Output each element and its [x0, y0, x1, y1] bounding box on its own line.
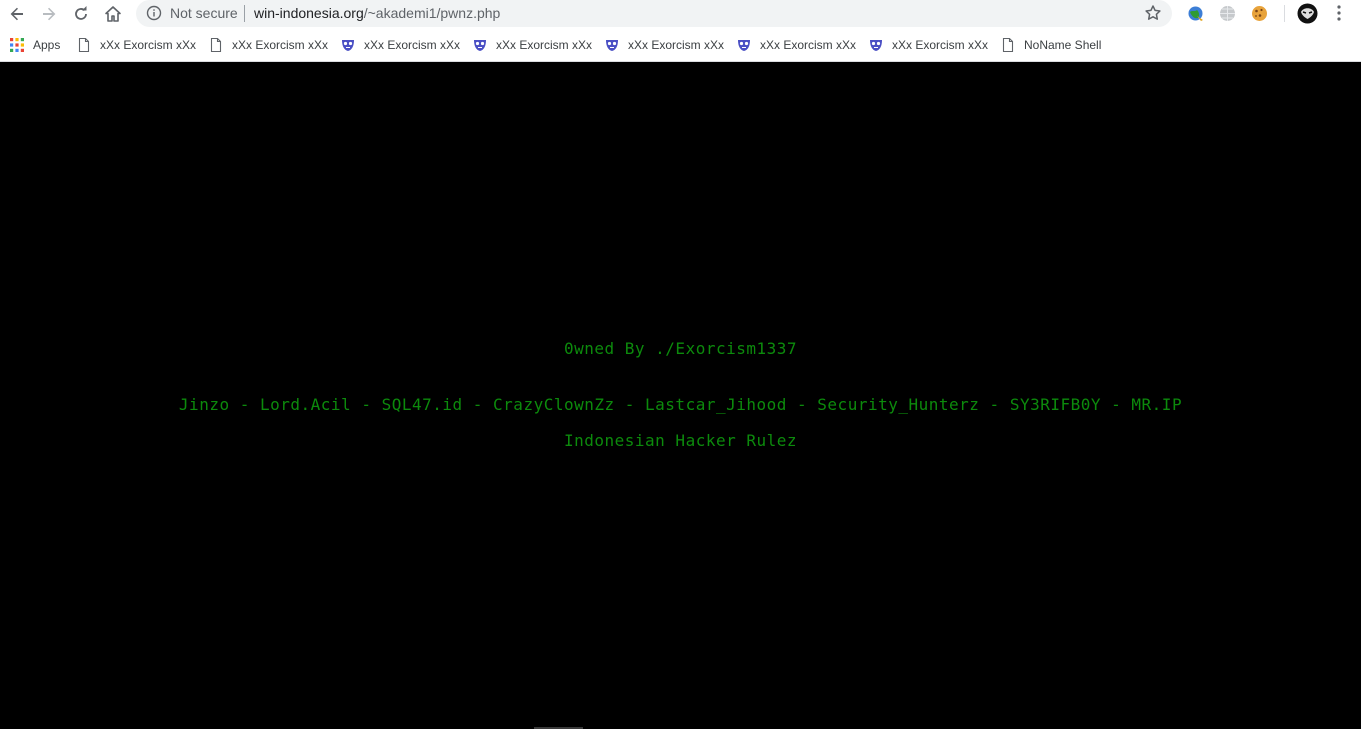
members-text: Jinzo - Lord.Acil - SQL47.id - CrazyClow…: [178, 395, 1183, 414]
bookmark-label: xXx Exorcism xXx: [892, 38, 989, 52]
bookmark-noname-shell[interactable]: NoName Shell: [1000, 35, 1101, 55]
forward-button[interactable]: [37, 2, 61, 26]
more-menu-icon[interactable]: [1332, 4, 1346, 22]
owned-by-text: 0wned By ./Exorcism1337: [563, 339, 798, 358]
url-host: win-indonesia.org: [254, 5, 364, 21]
back-arrow-icon: [10, 7, 23, 21]
bookmark-apps[interactable]: Apps: [9, 35, 60, 55]
mask-icon: [474, 40, 486, 51]
bookmark-label: xXx Exorcism xXx: [496, 38, 593, 52]
page-icon: [78, 37, 90, 53]
profile-avatar-icon[interactable]: [1297, 3, 1318, 24]
page-content: 0wned By ./Exorcism1337 Jinzo - Lord.Aci…: [0, 63, 1361, 729]
bookmark-exorcism-5[interactable]: xXx Exorcism xXx: [604, 35, 724, 55]
home-icon: [105, 6, 121, 22]
home-button[interactable]: [101, 2, 125, 26]
extension-cookie-icon[interactable]: [1250, 4, 1269, 23]
forward-arrow-icon: [43, 7, 56, 21]
extension-globe-icon[interactable]: [1186, 4, 1205, 23]
address-bar[interactable]: Not secure win-indonesia.org/~akademi1/p…: [136, 0, 1172, 27]
bookmark-label: NoName Shell: [1024, 38, 1102, 52]
bookmark-exorcism-6[interactable]: xXx Exorcism xXx: [736, 35, 856, 55]
bookmark-label: xXx Exorcism xXx: [100, 38, 197, 52]
bookmark-label: xXx Exorcism xXx: [628, 38, 725, 52]
rulez-text: Indonesian Hacker Rulez: [563, 431, 798, 450]
mask-icon: [342, 40, 354, 51]
bookmarks-bar: Apps xXx Exorcism xXx xXx Exorcism xXx x…: [0, 31, 1361, 59]
mask-icon: [870, 40, 882, 51]
bookmark-label: xXx Exorcism xXx: [364, 38, 461, 52]
bookmark-star-icon[interactable]: [1144, 4, 1162, 22]
mask-icon: [738, 40, 750, 51]
bookmark-exorcism-7[interactable]: xXx Exorcism xXx: [868, 35, 988, 55]
info-icon[interactable]: [146, 5, 162, 21]
bookmark-exorcism-2[interactable]: xXx Exorcism xXx: [208, 35, 328, 55]
reload-icon: [75, 6, 87, 20]
bookmark-label: xXx Exorcism xXx: [760, 38, 857, 52]
bookmark-label: xXx Exorcism xXx: [232, 38, 329, 52]
bookmark-exorcism-4[interactable]: xXx Exorcism xXx: [472, 35, 592, 55]
browser-chrome: Not secure win-indonesia.org/~akademi1/p…: [0, 0, 1361, 62]
back-button[interactable]: [5, 2, 29, 26]
browser-toolbar: Not secure win-indonesia.org/~akademi1/p…: [0, 0, 1361, 27]
url-text[interactable]: win-indonesia.org/~akademi1/pwnz.php: [254, 5, 500, 21]
extension-gray-globe-icon[interactable]: [1218, 4, 1237, 23]
apps-grid-icon: [10, 38, 24, 52]
mask-icon: [606, 40, 618, 51]
reload-button[interactable]: [69, 2, 93, 26]
toolbar-separator: [1284, 5, 1285, 22]
bookmark-label: Apps: [33, 38, 61, 52]
bookmark-exorcism-1[interactable]: xXx Exorcism xXx: [76, 35, 196, 55]
page-icon: [210, 37, 222, 53]
omnibox-separator: [244, 5, 245, 22]
not-secure-label[interactable]: Not secure: [170, 5, 238, 21]
url-path: /~akademi1/pwnz.php: [363, 5, 501, 21]
page-icon: [1002, 37, 1014, 53]
bookmark-exorcism-3[interactable]: xXx Exorcism xXx: [340, 35, 460, 55]
